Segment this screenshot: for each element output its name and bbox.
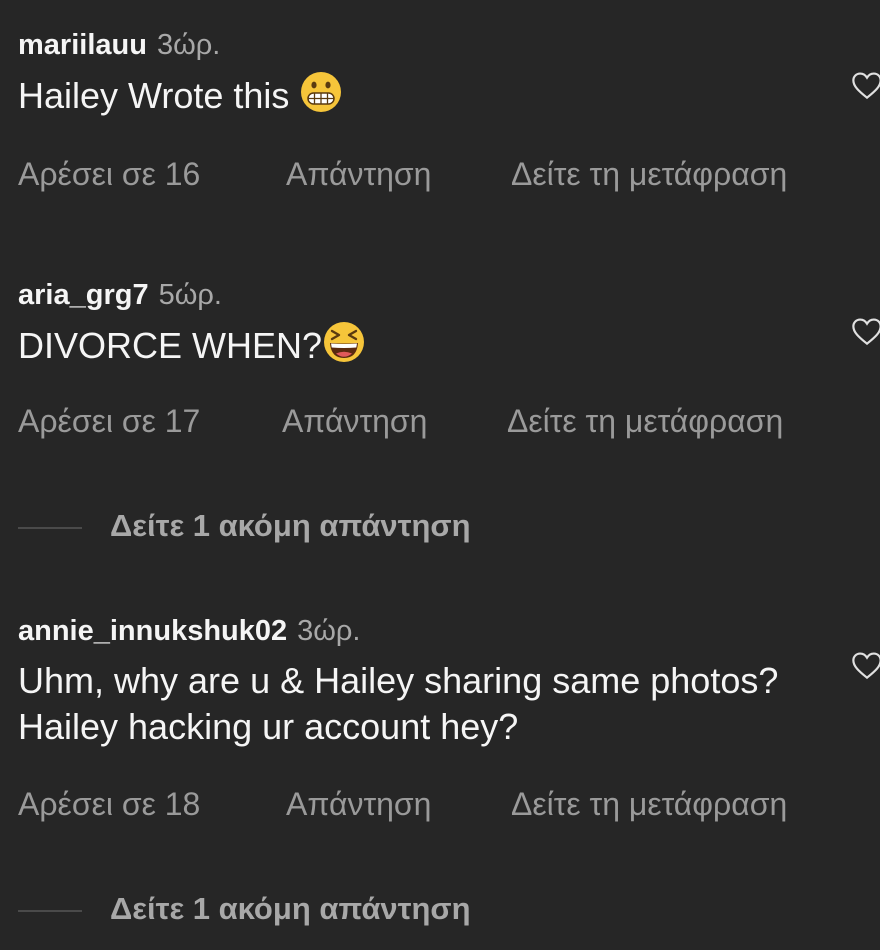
see-translation-button[interactable]: Δείτε τη μετάφραση bbox=[511, 156, 787, 192]
comment-item: annie_innukshuk02 3ώρ. Uhm, why are u & H… bbox=[18, 614, 880, 750]
comment-username[interactable]: mariilauu bbox=[18, 29, 147, 61]
comment-timestamp: 5ώρ. bbox=[158, 279, 222, 311]
comment-username[interactable]: annie_innukshuk02 bbox=[18, 615, 287, 647]
grimacing-face-emoji bbox=[301, 72, 342, 112]
likes-count[interactable]: Αρέσει σε 18 bbox=[18, 786, 200, 822]
comment-text-body: Hailey Wrote this bbox=[18, 75, 290, 116]
comment-meta: aria_grg7 5ώρ. bbox=[18, 278, 880, 312]
likes-count[interactable]: Αρέσει σε 17 bbox=[18, 403, 200, 439]
replies-divider-line bbox=[18, 526, 82, 529]
comment-meta: mariilauu 3ώρ. bbox=[18, 28, 880, 62]
comment-text-body: Uhm, why are u & Hailey sharing same pho… bbox=[18, 660, 779, 747]
comment-username[interactable]: aria_grg7 bbox=[18, 279, 149, 311]
view-more-replies-label: Δείτε 1 ακόμη απάντηση bbox=[110, 508, 471, 543]
reply-button[interactable]: Απάντηση bbox=[282, 403, 427, 439]
reply-button[interactable]: Απάντηση bbox=[286, 156, 431, 192]
heart-outline-icon[interactable] bbox=[850, 316, 880, 346]
view-more-replies-button[interactable]: Δείτε 1 ακόμη απάντηση bbox=[18, 508, 471, 544]
view-more-replies-label: Δείτε 1 ακόμη απάντηση bbox=[110, 891, 471, 926]
comment-timestamp: 3ώρ. bbox=[156, 29, 221, 61]
replies-divider-line bbox=[18, 909, 82, 912]
comment-text: Uhm, why are u & Hailey sharing same pho… bbox=[18, 658, 818, 750]
reply-button[interactable]: Απάντηση bbox=[286, 786, 431, 822]
comment-timestamp: 3ώρ. bbox=[297, 615, 361, 647]
heart-outline-icon[interactable] bbox=[850, 70, 880, 100]
comment-text: DIVORCE WHEN? bbox=[18, 320, 818, 367]
likes-count[interactable]: Αρέσει σε 16 bbox=[18, 156, 200, 192]
heart-outline-icon[interactable] bbox=[850, 650, 880, 680]
view-more-replies-button[interactable]: Δείτε 1 ακόμη απάντηση bbox=[18, 891, 471, 927]
comment-text: Hailey Wrote this bbox=[18, 70, 818, 117]
comment-text-body: DIVORCE WHEN? bbox=[18, 325, 323, 366]
comment-item: mariilauu 3ώρ. Hailey Wrote this bbox=[18, 28, 880, 117]
see-translation-button[interactable]: Δείτε τη μετάφραση bbox=[511, 786, 787, 822]
grinning-squinting-face-emoji bbox=[324, 322, 365, 362]
comment-item: aria_grg7 5ώρ. DIVORCE WHEN? bbox=[18, 278, 880, 367]
see-translation-button[interactable]: Δείτε τη μετάφραση bbox=[507, 403, 783, 439]
comment-meta: annie_innukshuk02 3ώρ. bbox=[18, 614, 880, 648]
